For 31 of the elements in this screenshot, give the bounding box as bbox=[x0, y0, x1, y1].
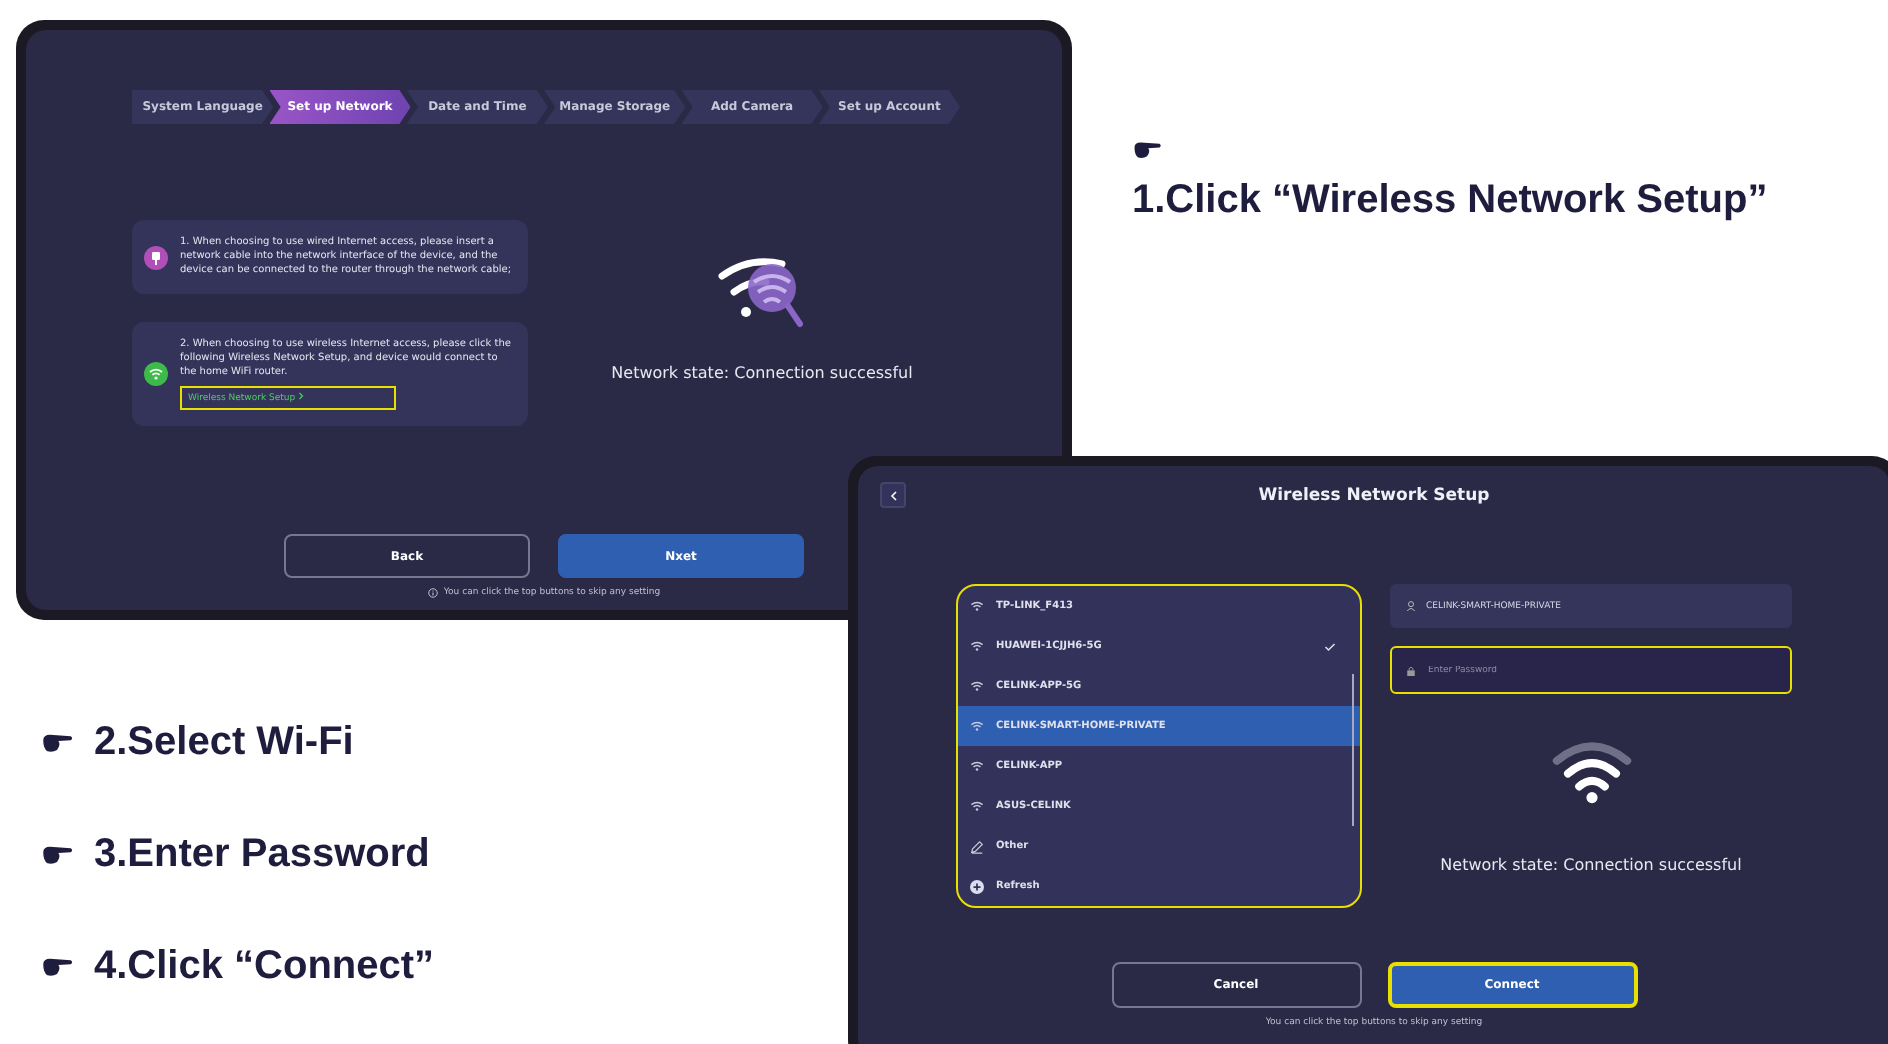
wifi-icon bbox=[1551, 738, 1631, 806]
chevron-right-icon bbox=[298, 392, 305, 400]
pointing-hand-icon bbox=[40, 732, 74, 754]
pointing-hand-icon bbox=[40, 844, 74, 866]
instruction-text: 2.Select Wi-Fi bbox=[94, 720, 354, 766]
wifi-icon bbox=[970, 720, 984, 732]
wifi-icon bbox=[970, 760, 984, 772]
checkmark-icon bbox=[1324, 641, 1336, 651]
lock-icon bbox=[1406, 665, 1416, 675]
screen-title: Wireless Network Setup bbox=[1256, 485, 1492, 505]
network-status-text: Network state: Connection successful bbox=[1440, 856, 1742, 874]
instruction-text: 3.Enter Password bbox=[94, 832, 430, 878]
plus-circle-icon bbox=[970, 879, 984, 893]
wifi-search-icon bbox=[718, 252, 806, 332]
pointing-hand-icon bbox=[1132, 140, 1162, 160]
instruction-text: 1.Click “Wireless Network Setup” bbox=[1132, 178, 1768, 224]
scrollbar[interactable] bbox=[1351, 674, 1354, 826]
wifi-icon bbox=[970, 680, 984, 692]
person-icon bbox=[1406, 600, 1416, 612]
pencil-icon bbox=[970, 839, 984, 853]
wifi-icon bbox=[144, 362, 168, 386]
instruction-text: 4.Click “Connect” bbox=[94, 944, 435, 990]
pointing-hand-icon bbox=[40, 956, 74, 978]
back-button[interactable] bbox=[880, 482, 906, 508]
network-status-text: Network state: Connection successful bbox=[611, 364, 913, 382]
plug-icon bbox=[144, 245, 168, 269]
wifi-icon bbox=[970, 600, 984, 612]
wifi-icon bbox=[970, 800, 984, 812]
info-icon bbox=[427, 588, 438, 598]
wifi-icon bbox=[970, 640, 984, 652]
chevron-left-icon bbox=[889, 489, 897, 501]
